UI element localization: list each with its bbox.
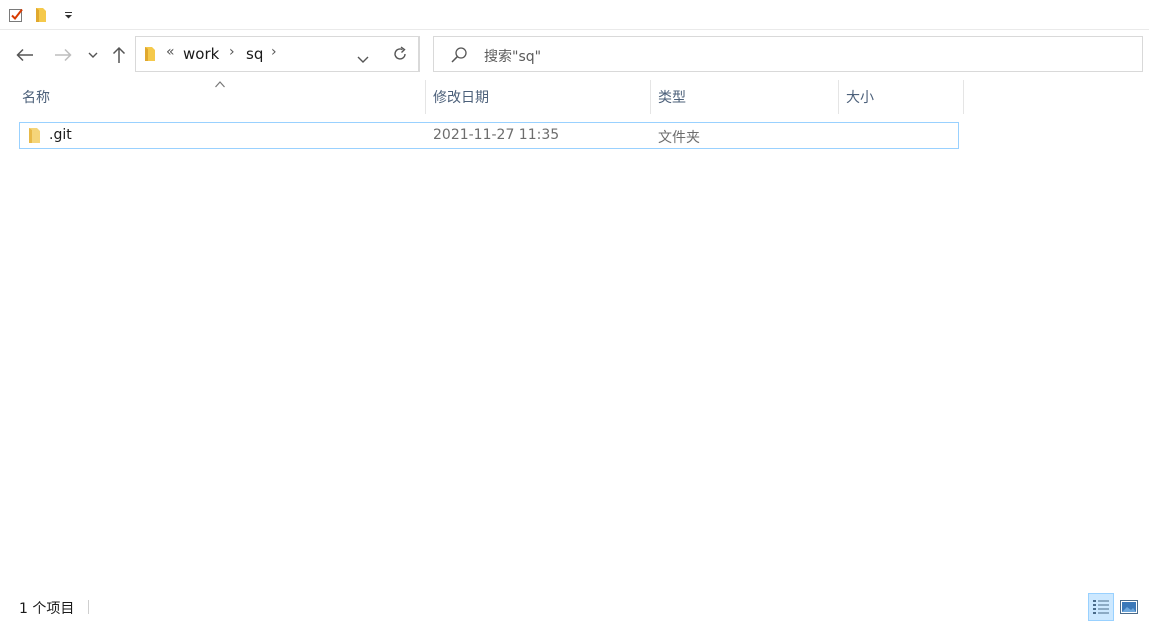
column-header-name[interactable]: 名称 <box>22 80 425 114</box>
column-header-size[interactable]: 大小 <box>846 80 962 114</box>
column-divider[interactable] <box>425 80 426 114</box>
column-header-date[interactable]: 修改日期 <box>433 80 649 114</box>
search-icon <box>450 46 468 68</box>
properties-checkmark-icon[interactable] <box>7 6 25 24</box>
large-icons-view-icon[interactable] <box>1116 593 1142 621</box>
address-overflow-button[interactable]: « <box>166 44 175 60</box>
breadcrumb-sq[interactable]: sq <box>246 45 263 63</box>
status-divider <box>88 600 89 614</box>
file-type: 文件夹 <box>658 130 700 146</box>
details-view-icon[interactable] <box>1088 593 1114 621</box>
customize-dropdown-icon[interactable] <box>62 6 74 24</box>
file-name: .git <box>49 127 72 143</box>
recent-locations-chevron-icon[interactable] <box>82 42 104 68</box>
column-header-type[interactable]: 类型 <box>658 80 836 114</box>
forward-arrow-icon[interactable] <box>51 42 75 68</box>
table-row[interactable]: .git 2021-11-27 11:35 文件夹 <box>19 122 959 149</box>
search-placeholder: 搜索"sq" <box>484 49 542 65</box>
up-arrow-icon[interactable] <box>107 42 131 68</box>
address-bar[interactable]: « work › sq › <box>135 36 419 72</box>
breadcrumb-work[interactable]: work <box>183 45 219 63</box>
address-folder-icon <box>144 46 156 66</box>
quick-access-toolbar <box>0 0 1149 30</box>
column-divider[interactable] <box>838 80 839 114</box>
back-arrow-icon[interactable] <box>13 42 37 68</box>
breadcrumb-separator[interactable]: › <box>271 44 277 60</box>
search-input[interactable]: 搜索"sq" <box>433 36 1143 72</box>
folder-icon[interactable] <box>33 6 49 24</box>
folder-icon <box>28 127 41 148</box>
file-modified-date: 2021-11-27 11:35 <box>433 127 560 143</box>
address-dropdown-chevron-icon[interactable] <box>357 51 369 67</box>
item-count: 1 个项目 <box>19 601 75 617</box>
column-divider[interactable] <box>650 80 651 114</box>
column-divider[interactable] <box>963 80 964 114</box>
breadcrumb-separator[interactable]: › <box>229 44 235 60</box>
refresh-icon[interactable] <box>381 36 420 72</box>
